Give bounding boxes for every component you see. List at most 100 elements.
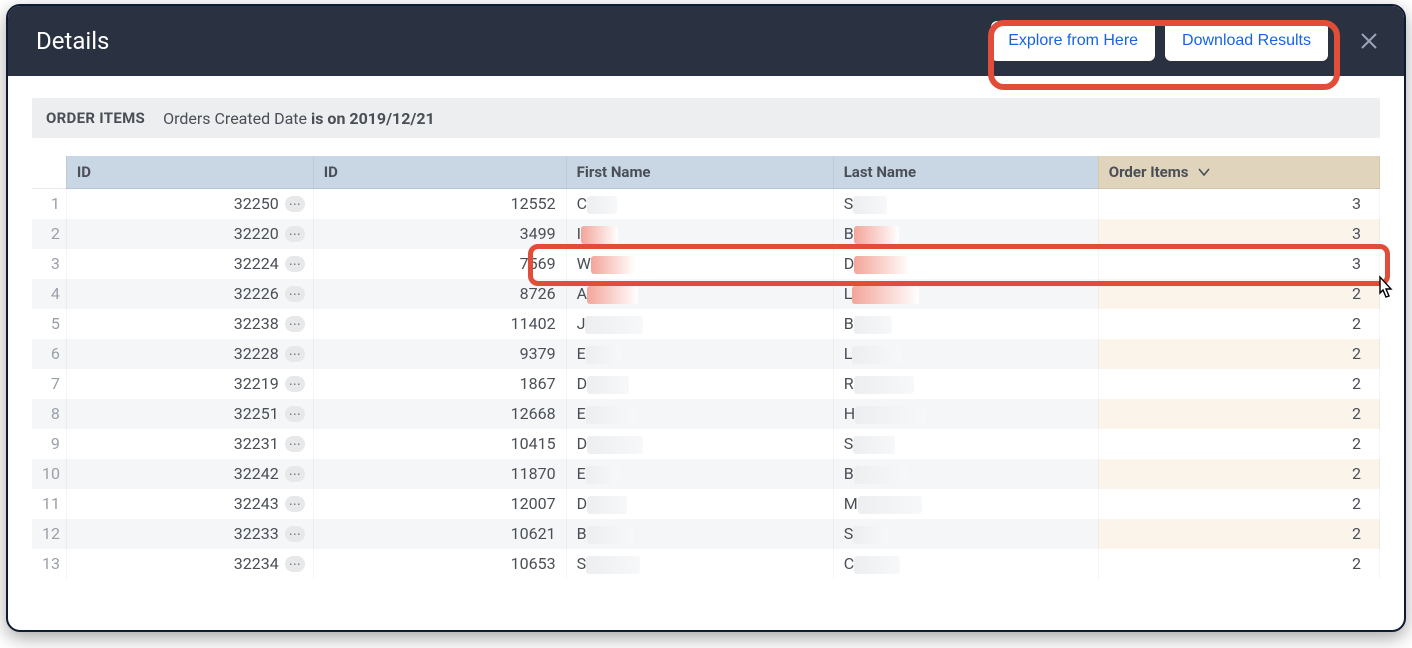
col-order-items[interactable]: Order Items <box>1098 156 1379 189</box>
cell-first-name[interactable]: D <box>566 489 833 519</box>
cell-first-name[interactable]: E <box>566 399 833 429</box>
cell-last-name[interactable]: B <box>833 219 1098 249</box>
cell-first-name[interactable]: B <box>566 519 833 549</box>
table-row[interactable]: 832251⋯12668EH2 <box>32 399 1380 429</box>
cell-last-name[interactable]: M <box>833 489 1098 519</box>
row-actions-icon[interactable]: ⋯ <box>285 256 305 272</box>
cell-id-2[interactable]: 12668 <box>313 399 566 429</box>
close-button[interactable] <box>1352 24 1386 58</box>
explore-from-here-button[interactable]: Explore from Here <box>991 21 1155 61</box>
table-row[interactable]: 1032242⋯11870EB2 <box>32 459 1380 489</box>
table-row[interactable]: 632228⋯9379EL2 <box>32 339 1380 369</box>
cell-first-name[interactable]: A <box>566 279 833 309</box>
row-actions-icon[interactable]: ⋯ <box>285 316 305 332</box>
cell-first-name[interactable]: D <box>566 369 833 399</box>
cell-id-2[interactable]: 12007 <box>313 489 566 519</box>
cell-last-name[interactable]: B <box>833 309 1098 339</box>
row-actions-icon[interactable]: ⋯ <box>285 286 305 302</box>
cell-last-name[interactable]: L <box>833 339 1098 369</box>
cell-order-items[interactable]: 2 <box>1098 429 1379 459</box>
cell-first-name[interactable]: J <box>566 309 833 339</box>
cell-last-name[interactable]: S <box>833 189 1098 219</box>
table-row[interactable]: 432226⋯8726AL2 <box>32 279 1380 309</box>
table-row[interactable]: 232220⋯3499IB3 <box>32 219 1380 249</box>
table-row[interactable]: 532238⋯11402JB2 <box>32 309 1380 339</box>
row-actions-icon[interactable]: ⋯ <box>285 436 305 452</box>
cell-first-name[interactable]: W <box>566 249 833 279</box>
cell-id-2[interactable]: 3499 <box>313 219 566 249</box>
cell-first-name[interactable]: D <box>566 429 833 459</box>
cell-id-1[interactable]: 32228⋯ <box>66 339 313 369</box>
cell-id-1[interactable]: 32251⋯ <box>66 399 313 429</box>
table-row[interactable]: 332224⋯7569WD3 <box>32 249 1380 279</box>
cell-last-name[interactable]: S <box>833 519 1098 549</box>
cell-id-1[interactable]: 32250⋯ <box>66 189 313 219</box>
download-results-button[interactable]: Download Results <box>1165 21 1328 61</box>
cell-first-name[interactable]: C <box>566 189 833 219</box>
cell-id-1[interactable]: 32234⋯ <box>66 549 313 579</box>
cell-order-items[interactable]: 3 <box>1098 219 1379 249</box>
cell-first-name[interactable]: E <box>566 459 833 489</box>
cell-id-2[interactable]: 12552 <box>313 189 566 219</box>
cell-last-name[interactable]: R <box>833 369 1098 399</box>
row-actions-icon[interactable]: ⋯ <box>285 346 305 362</box>
row-actions-icon[interactable]: ⋯ <box>285 196 305 212</box>
cell-order-items[interactable]: 2 <box>1098 399 1379 429</box>
cell-order-items[interactable]: 3 <box>1098 189 1379 219</box>
cell-id-2[interactable]: 10415 <box>313 429 566 459</box>
cell-first-name[interactable]: E <box>566 339 833 369</box>
row-actions-icon[interactable]: ⋯ <box>285 466 305 482</box>
cell-id-2[interactable]: 11870 <box>313 459 566 489</box>
table-row[interactable]: 132250⋯12552CS3 <box>32 189 1380 219</box>
cell-id-1[interactable]: 32238⋯ <box>66 309 313 339</box>
cell-last-name[interactable]: C <box>833 549 1098 579</box>
table-row[interactable]: 932231⋯10415DS2 <box>32 429 1380 459</box>
cell-order-items[interactable]: 2 <box>1098 369 1379 399</box>
cell-id-1[interactable]: 32226⋯ <box>66 279 313 309</box>
table-row[interactable]: 1132243⋯12007DM2 <box>32 489 1380 519</box>
cell-id-2[interactable]: 10653 <box>313 549 566 579</box>
cell-order-items[interactable]: 2 <box>1098 519 1379 549</box>
cell-id-1[interactable]: 32224⋯ <box>66 249 313 279</box>
cell-id-2[interactable]: 8726 <box>313 279 566 309</box>
col-first-name[interactable]: First Name <box>566 156 833 189</box>
cell-last-name[interactable]: D <box>833 249 1098 279</box>
cell-id-2[interactable]: 7569 <box>313 249 566 279</box>
cell-first-name[interactable]: S <box>566 549 833 579</box>
cell-last-name[interactable]: S <box>833 429 1098 459</box>
cell-order-items[interactable]: 2 <box>1098 309 1379 339</box>
row-actions-icon[interactable]: ⋯ <box>285 376 305 392</box>
col-id-1[interactable]: ID <box>66 156 313 189</box>
row-number: 11 <box>32 489 66 519</box>
cell-order-items[interactable]: 3 <box>1098 249 1379 279</box>
table-row[interactable]: 1332234⋯10653SC2 <box>32 549 1380 579</box>
table-row[interactable]: 732219⋯1867DR2 <box>32 369 1380 399</box>
cell-id-1[interactable]: 32231⋯ <box>66 429 313 459</box>
cell-last-name[interactable]: B <box>833 459 1098 489</box>
cell-id-1[interactable]: 32243⋯ <box>66 489 313 519</box>
row-actions-icon[interactable]: ⋯ <box>285 526 305 542</box>
col-id-2[interactable]: ID <box>313 156 566 189</box>
row-actions-icon[interactable]: ⋯ <box>285 556 305 572</box>
cell-id-1[interactable]: 32233⋯ <box>66 519 313 549</box>
cell-order-items[interactable]: 2 <box>1098 489 1379 519</box>
table-row[interactable]: 1232233⋯10621BS2 <box>32 519 1380 549</box>
row-actions-icon[interactable]: ⋯ <box>285 406 305 422</box>
cell-first-name[interactable]: I <box>566 219 833 249</box>
cell-id-2[interactable]: 10621 <box>313 519 566 549</box>
cell-last-name[interactable]: L <box>833 279 1098 309</box>
cell-id-2[interactable]: 1867 <box>313 369 566 399</box>
cell-last-name[interactable]: H <box>833 399 1098 429</box>
row-actions-icon[interactable]: ⋯ <box>285 226 305 242</box>
cell-order-items[interactable]: 2 <box>1098 549 1379 579</box>
row-actions-icon[interactable]: ⋯ <box>285 496 305 512</box>
cell-id-2[interactable]: 9379 <box>313 339 566 369</box>
col-last-name[interactable]: Last Name <box>833 156 1098 189</box>
cell-order-items[interactable]: 2 <box>1098 459 1379 489</box>
cell-id-2[interactable]: 11402 <box>313 309 566 339</box>
cell-order-items[interactable]: 2 <box>1098 339 1379 369</box>
cell-id-1[interactable]: 32242⋯ <box>66 459 313 489</box>
cell-id-1[interactable]: 32219⋯ <box>66 369 313 399</box>
cell-id-1[interactable]: 32220⋯ <box>66 219 313 249</box>
cell-order-items[interactable]: 2 <box>1098 279 1379 309</box>
